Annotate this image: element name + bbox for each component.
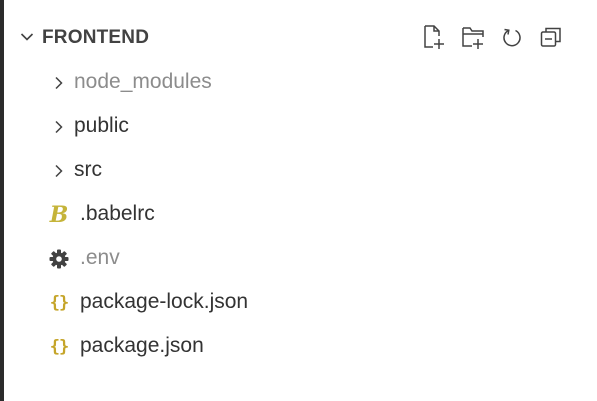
tree-item-package-lock-json[interactable]: {} package-lock.json: [4, 280, 597, 324]
tree-item-public[interactable]: public: [4, 104, 597, 148]
new-folder-icon: [462, 27, 484, 49]
collapse-all-icon: [540, 27, 561, 47]
tree-item-label: public: [74, 114, 129, 137]
section-actions: [422, 23, 563, 51]
babel-icon: B: [49, 202, 69, 228]
section-title: FRONTEND: [42, 27, 150, 48]
tree-item-label: package.json: [80, 334, 204, 357]
chevron-right-icon: [55, 120, 63, 134]
chevron-right-icon: [55, 76, 63, 90]
tree-item-label: .env: [80, 246, 120, 269]
tree-item-label: .babelrc: [80, 202, 155, 225]
collapse-all-button[interactable]: [539, 24, 563, 50]
gear-icon: [48, 248, 70, 270]
new-file-button[interactable]: [422, 24, 446, 50]
tree-item-env[interactable]: .env: [4, 236, 597, 280]
json-icon: {}: [49, 293, 70, 313]
explorer-panel: FRONTEND node_modules public src B .babe…: [4, 0, 597, 401]
tree-item-node-modules[interactable]: node_modules: [4, 60, 597, 104]
new-file-icon: [424, 25, 444, 49]
tree-item-src[interactable]: src: [4, 148, 597, 192]
section-header-frontend[interactable]: FRONTEND: [4, 19, 597, 55]
tree-item-label: package-lock.json: [80, 290, 249, 313]
chevron-right-icon: [55, 164, 63, 178]
new-folder-button[interactable]: [461, 24, 485, 50]
refresh-button[interactable]: [500, 24, 524, 50]
tree-item-label: src: [74, 158, 102, 181]
chevron-down-icon: [20, 33, 34, 41]
tree-item-babelrc[interactable]: B .babelrc: [4, 192, 597, 236]
tree-item-label: node_modules: [74, 70, 212, 93]
tree-item-package-json[interactable]: {} package.json: [4, 324, 597, 368]
file-tree: node_modules public src B .babelrc .env …: [4, 60, 597, 368]
json-icon: {}: [49, 337, 70, 357]
refresh-icon: [503, 28, 521, 47]
